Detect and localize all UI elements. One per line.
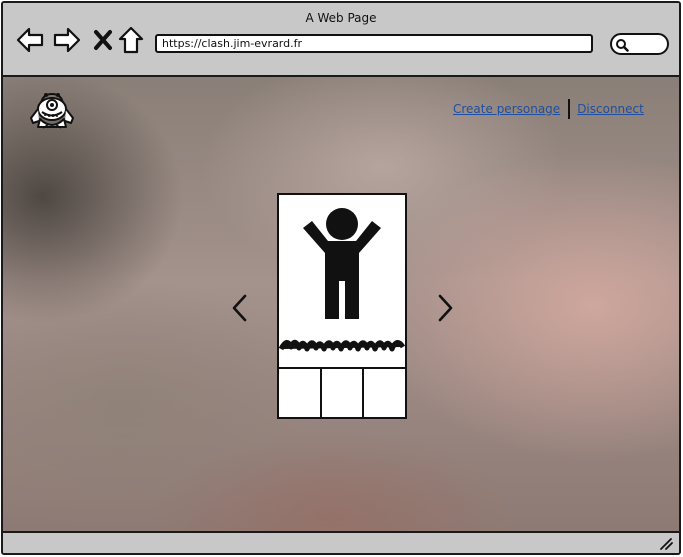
back-arrow-icon[interactable]: [15, 25, 45, 55]
browser-window: A Web Page https://clash.jim-evrard.fr C…: [1, 1, 681, 555]
close-x-icon[interactable]: [89, 25, 119, 55]
page-content: Create personage Disconnect: [3, 77, 679, 531]
stat-boxes: [279, 367, 405, 419]
monster-logo-icon[interactable]: [29, 91, 75, 131]
search-box[interactable]: [610, 33, 669, 55]
name-scribble: [279, 339, 405, 352]
create-personage-link[interactable]: Create personage: [453, 102, 560, 116]
character-card[interactable]: [277, 193, 407, 419]
stat-box: [279, 369, 322, 419]
window-title: A Web Page: [305, 11, 377, 25]
address-bar[interactable]: https://clash.jim-evrard.fr: [155, 34, 593, 53]
browser-titlebar: A Web Page https://clash.jim-evrard.fr: [3, 3, 679, 77]
header-nav: Create personage Disconnect: [453, 99, 644, 119]
browser-statusbar: [3, 531, 679, 553]
magnifier-icon: [616, 39, 629, 52]
resize-grip-icon[interactable]: [659, 538, 673, 550]
nav-divider: [568, 99, 571, 119]
stat-box: [322, 369, 365, 419]
person-arms-raised-icon: [303, 208, 381, 319]
forward-arrow-icon[interactable]: [52, 25, 82, 55]
chevron-left-icon[interactable]: [230, 293, 250, 323]
stat-box: [364, 369, 405, 419]
home-icon[interactable]: [116, 25, 146, 55]
chevron-right-icon[interactable]: [435, 293, 455, 323]
disconnect-link[interactable]: Disconnect: [577, 102, 644, 116]
